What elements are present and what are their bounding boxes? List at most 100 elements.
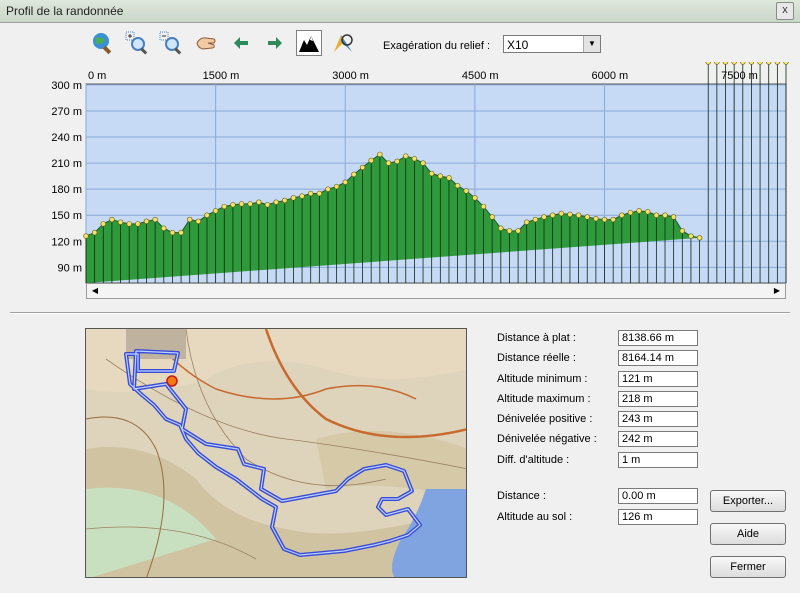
stat-value-field: 121 m <box>618 371 698 387</box>
y-tick-label: 300 m <box>51 80 82 92</box>
scroll-left-icon[interactable]: ◀ <box>88 284 102 298</box>
waypoint-marker <box>731 62 737 65</box>
waypoint-marker <box>316 190 323 197</box>
waypoint-marker <box>411 156 418 162</box>
waypoint-marker <box>610 216 616 223</box>
waypoint-marker <box>506 228 513 234</box>
waypoint-marker <box>714 62 720 65</box>
waypoint-marker <box>748 62 755 65</box>
relief-exaggeration-value: X10 <box>507 38 529 52</box>
waypoint-marker <box>489 214 495 220</box>
arrow-left-icon <box>234 37 248 49</box>
waypoint-marker <box>325 186 331 192</box>
stat-label: Altitude maximum : <box>497 393 591 405</box>
waypoint-marker <box>420 160 426 166</box>
waypoint-marker <box>558 210 565 217</box>
cursor-label: Altitude au sol : <box>497 511 573 523</box>
waypoint-marker <box>601 216 608 223</box>
compass-zoom-button[interactable] <box>330 30 356 56</box>
globe-zoom-button[interactable] <box>90 30 116 56</box>
window-title: Profil de la randonnée <box>6 4 124 18</box>
close-button[interactable]: x <box>776 2 794 20</box>
relief-exaggeration-label: Exagération du relief : <box>383 40 491 52</box>
waypoint-marker <box>351 171 357 178</box>
next-button[interactable] <box>262 30 288 56</box>
arrow-right-icon <box>268 37 282 49</box>
x-tick-label: 4500 m <box>462 70 499 82</box>
waypoint-marker <box>368 157 374 164</box>
zoom-in-button[interactable] <box>124 30 150 56</box>
relief-profile-icon <box>299 36 319 52</box>
waypoint-marker <box>679 228 685 234</box>
stat-value-field: 218 m <box>618 391 698 407</box>
waypoint-marker <box>126 221 132 227</box>
waypoint-marker <box>195 218 202 225</box>
route-map[interactable] <box>85 328 467 578</box>
waypoint-marker <box>696 235 703 241</box>
waypoint-marker <box>783 62 789 65</box>
waypoint-marker <box>152 216 158 223</box>
waypoint-marker <box>394 158 400 165</box>
previous-button[interactable] <box>228 30 254 56</box>
waypoint-marker <box>256 199 262 205</box>
x-tick-label: 3000 m <box>332 70 369 82</box>
zoom-out-icon <box>159 31 182 55</box>
stat-value-field: 8138.66 m <box>618 330 698 346</box>
waypoint-marker <box>688 233 694 239</box>
stat-label: Distance réelle : <box>497 352 576 364</box>
elevation-profile-chart[interactable]: 0 m 1500 m 3000 m 4500 m 6000 m 7500 m 300 m 27… <box>0 62 800 284</box>
y-tick-label: 90 m <box>58 262 82 274</box>
separator <box>10 312 790 314</box>
relief-profile-button[interactable] <box>296 30 322 56</box>
waypoint-marker <box>446 175 452 181</box>
waypoint-marker <box>91 229 98 236</box>
waypoint-marker <box>541 214 547 220</box>
globe-zoom-icon <box>93 33 112 55</box>
waypoint-marker <box>109 216 115 223</box>
waypoint-marker <box>169 229 176 236</box>
zoom-in-icon <box>125 31 148 55</box>
stat-label: Altitude minimum : <box>497 373 588 385</box>
stat-label: Diff. d'altitude : <box>497 454 570 466</box>
waypoint-marker <box>454 182 461 189</box>
waypoint-marker <box>135 221 141 227</box>
y-tick-label: 120 m <box>51 236 82 248</box>
topographic-map-image <box>86 329 466 577</box>
horizontal-scrollbar[interactable]: ◀ ▶ <box>86 283 786 299</box>
waypoint-marker <box>377 151 383 158</box>
waypoint-marker <box>463 188 469 194</box>
waypoint-marker <box>740 62 746 65</box>
stat-value-field: 8164.14 m <box>618 350 698 366</box>
help-button[interactable]: Aide <box>710 523 786 545</box>
waypoint-marker <box>645 209 651 215</box>
scroll-right-icon[interactable]: ▶ <box>770 284 784 298</box>
stat-value-field: 1 m <box>618 452 698 468</box>
relief-exaggeration-select[interactable]: X10 ▼ <box>503 35 601 53</box>
waypoint-marker <box>774 62 781 65</box>
waypoint-marker <box>282 197 288 204</box>
waypoint-marker <box>204 212 210 218</box>
waypoint-marker <box>567 211 573 218</box>
waypoint-marker <box>705 62 711 65</box>
waypoint-marker <box>670 214 677 220</box>
waypoint-marker <box>212 208 219 214</box>
waypoint-marker <box>627 209 634 216</box>
waypoint-marker <box>342 179 348 185</box>
zoom-out-button[interactable] <box>158 30 184 56</box>
waypoint-marker <box>290 195 297 201</box>
close-dialog-button[interactable]: Fermer <box>710 556 786 578</box>
pan-button[interactable] <box>193 30 219 56</box>
waypoint-marker <box>480 203 487 210</box>
waypoint-marker <box>385 160 392 166</box>
waypoint-marker <box>117 219 124 225</box>
export-button[interactable]: Exporter... <box>710 490 786 512</box>
compass-zoom-icon <box>334 34 353 52</box>
cursor-value-field: 126 m <box>618 509 698 525</box>
waypoint-marker <box>273 199 279 205</box>
y-tick-label: 180 m <box>51 184 82 196</box>
y-tick-label: 150 m <box>51 210 82 222</box>
waypoint-marker <box>247 201 253 207</box>
waypoint-marker <box>100 221 106 227</box>
title-bar: Profil de la randonnée x <box>0 0 800 23</box>
x-tick-label: 7500 m <box>721 70 758 82</box>
